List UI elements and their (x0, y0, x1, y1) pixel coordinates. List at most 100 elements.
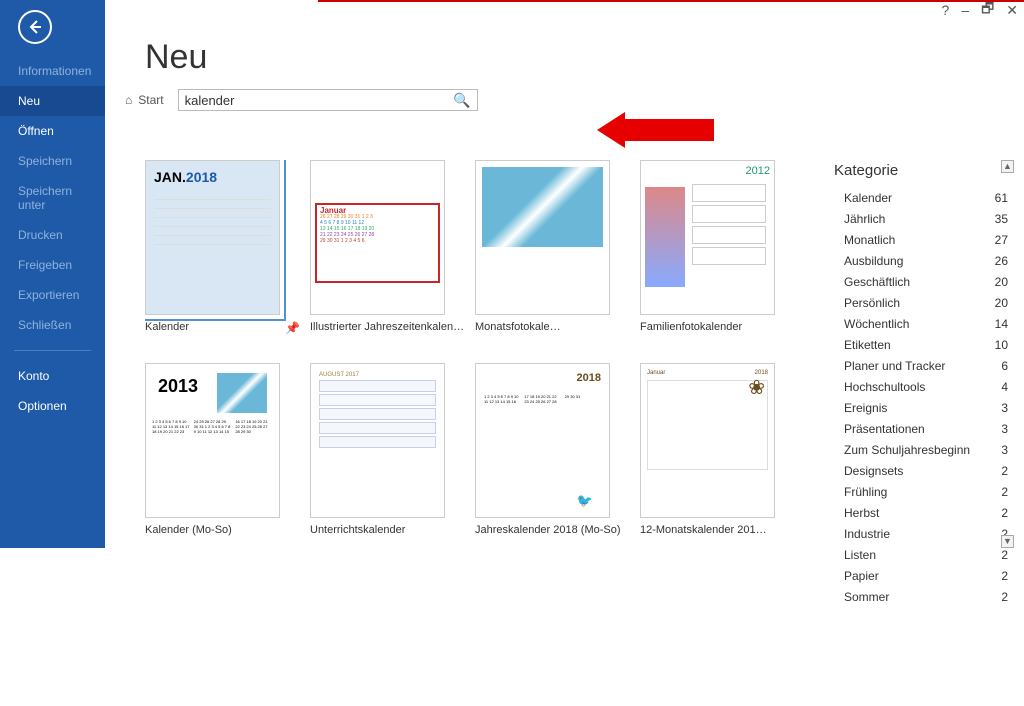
template-thumbnail: 2012 (640, 160, 775, 315)
category-item[interactable]: Listen2 (834, 544, 1012, 565)
category-item[interactable]: Kalender 61 (834, 187, 1012, 208)
category-name: Listen (844, 548, 876, 562)
category-count: 2 (1001, 485, 1008, 499)
template-item[interactable]: Januar26 27 28 29 30 31 1 2 34 5 6 7 8 9… (310, 160, 465, 335)
category-count: 3 (1001, 401, 1008, 415)
help-button[interactable]: ? (942, 2, 950, 18)
template-item[interactable]: Monatsfotokale… (475, 160, 630, 335)
sidebar-item-informationen[interactable]: Informationen (0, 56, 105, 86)
category-item[interactable]: Wöchentlich14 (834, 313, 1012, 334)
back-button[interactable] (18, 10, 52, 44)
category-count: 2 (1001, 464, 1008, 478)
category-item[interactable]: Papier 2 (834, 565, 1012, 586)
category-item[interactable]: Planer und Tracker 6 (834, 355, 1012, 376)
close-button[interactable]: ✕ (1006, 2, 1018, 19)
category-count: 26 (995, 254, 1008, 268)
category-count: 6 (1001, 359, 1008, 373)
category-item[interactable]: Ausbildung26 (834, 250, 1012, 271)
category-count: 10 (995, 338, 1008, 352)
category-count: 61 (995, 191, 1008, 205)
sidebar-item-öffnen[interactable]: Öffnen (0, 116, 105, 146)
category-item[interactable]: Ereignis3 (834, 397, 1012, 418)
main-panel: Neu ⌂ Start 🔍 JAN.2018Kalender📌Januar26 … (105, 20, 1024, 548)
template-thumbnail: 20181 2 3 4 5 6 7 8 9 10 11 12 13 14 15 … (475, 363, 610, 518)
sidebar-item-freigeben[interactable]: Freigeben (0, 250, 105, 280)
window-controls: ? – 🗗 ✕ (0, 0, 1024, 20)
category-item[interactable]: Sommer 2 (834, 586, 1012, 607)
sidebar-item-speichern[interactable]: Speichern (0, 146, 105, 176)
category-scroll-up[interactable]: ▲ (1001, 160, 1014, 173)
category-scroll-down[interactable]: ▼ (1001, 535, 1014, 548)
category-name: Monatlich (844, 233, 895, 247)
template-item[interactable]: 20181 2 3 4 5 6 7 8 9 10 11 12 13 14 15 … (475, 363, 630, 536)
category-item[interactable]: Hochschultools4 (834, 376, 1012, 397)
page-title: Neu (145, 38, 1024, 77)
template-thumbnail: 20131 2 3 4 5 6 7 8 9 10 11 12 13 14 15 … (145, 363, 280, 518)
template-item[interactable]: JAN.2018Kalender📌 (145, 160, 306, 341)
category-item[interactable]: Präsentationen3 (834, 418, 1012, 439)
sidebar-item-neu[interactable]: Neu (0, 86, 105, 116)
minimize-button[interactable]: – (961, 2, 969, 18)
category-name: Etiketten (844, 338, 891, 352)
restore-button[interactable]: 🗗 (981, 0, 994, 22)
sidebar-item-speichern-unter[interactable]: Speichern unter (0, 176, 105, 220)
category-name: Zum Schuljahresbeginn (844, 443, 970, 457)
category-name: Sommer (844, 590, 889, 604)
search-input[interactable] (185, 93, 454, 108)
template-item[interactable]: Januar2018❀ 12-Monatskalender 201… (640, 363, 795, 536)
category-item[interactable]: Geschäftlich 20 (834, 271, 1012, 292)
template-label: Illustrierter Jahreszeitenkalender… (310, 321, 465, 333)
category-item[interactable]: Designsets2 (834, 460, 1012, 481)
search-box[interactable]: 🔍 (178, 89, 478, 111)
template-label: 12-Monatskalender 201… (640, 524, 795, 536)
template-item[interactable]: AUGUST 2017Unterrichtskalender (310, 363, 465, 536)
category-name: Planer und Tracker (844, 359, 945, 373)
home-icon[interactable]: ⌂ (125, 93, 132, 107)
category-heading: Kategorie (834, 162, 1012, 179)
category-item[interactable]: Frühling 2 (834, 481, 1012, 502)
start-link[interactable]: Start (138, 93, 163, 107)
category-name: Persönlich (844, 296, 900, 310)
sidebar-item-drucken[interactable]: Drucken (0, 220, 105, 250)
category-count: 2 (1001, 590, 1008, 604)
template-item[interactable]: 2012 Familienfotokalender (640, 160, 795, 335)
category-item[interactable]: Persönlich 20 (834, 292, 1012, 313)
template-thumbnail: JAN.2018 (145, 160, 280, 315)
category-count: 2 (1001, 569, 1008, 583)
backstage-sidebar: InformationenNeuÖffnenSpeichernSpeichern… (0, 0, 105, 548)
category-name: Kalender (844, 191, 892, 205)
category-name: Präsentationen (844, 422, 925, 436)
category-item[interactable]: Etiketten 10 (834, 334, 1012, 355)
arrow-left-icon (27, 19, 43, 35)
template-label: Monatsfotokale… (475, 321, 630, 333)
sidebar-item-schließen[interactable]: Schließen (0, 310, 105, 340)
template-thumbnail: Januar2018❀ (640, 363, 775, 518)
category-item[interactable]: Herbst 2 (834, 502, 1012, 523)
sidebar-item-exportieren[interactable]: Exportieren (0, 280, 105, 310)
category-name: Jährlich (844, 212, 885, 226)
sidebar-item-konto[interactable]: Konto (0, 361, 105, 391)
category-count: 3 (1001, 443, 1008, 457)
category-item[interactable]: Monatlich27 (834, 229, 1012, 250)
category-item[interactable]: Jährlich 35 (834, 208, 1012, 229)
template-label: Jahreskalender 2018 (Mo-So) (475, 524, 630, 536)
category-name: Frühling (844, 485, 887, 499)
category-name: Herbst (844, 506, 879, 520)
template-label: Familienfotokalender (640, 321, 795, 333)
category-count: 4 (1001, 380, 1008, 394)
category-name: Geschäftlich (844, 275, 910, 289)
template-thumbnail: Januar26 27 28 29 30 31 1 2 34 5 6 7 8 9… (310, 160, 445, 315)
category-panel: ▲ Kategorie Kalender 61 Jährlich 35 Monatlic… (834, 162, 1012, 548)
category-count: 20 (995, 275, 1008, 289)
search-icon[interactable]: 🔍 (453, 92, 470, 109)
category-item[interactable]: Industrie2 (834, 523, 1012, 544)
sidebar-item-optionen[interactable]: Optionen (0, 391, 105, 421)
category-name: Papier (844, 569, 879, 583)
pin-icon[interactable]: 📌 (285, 321, 300, 335)
category-count: 20 (995, 296, 1008, 310)
category-item[interactable]: Zum Schuljahresbeginn 3 (834, 439, 1012, 460)
category-count: 2 (1001, 506, 1008, 520)
category-count: 35 (995, 212, 1008, 226)
template-item[interactable]: 20131 2 3 4 5 6 7 8 9 10 11 12 13 14 15 … (145, 363, 300, 536)
category-count: 14 (995, 317, 1008, 331)
